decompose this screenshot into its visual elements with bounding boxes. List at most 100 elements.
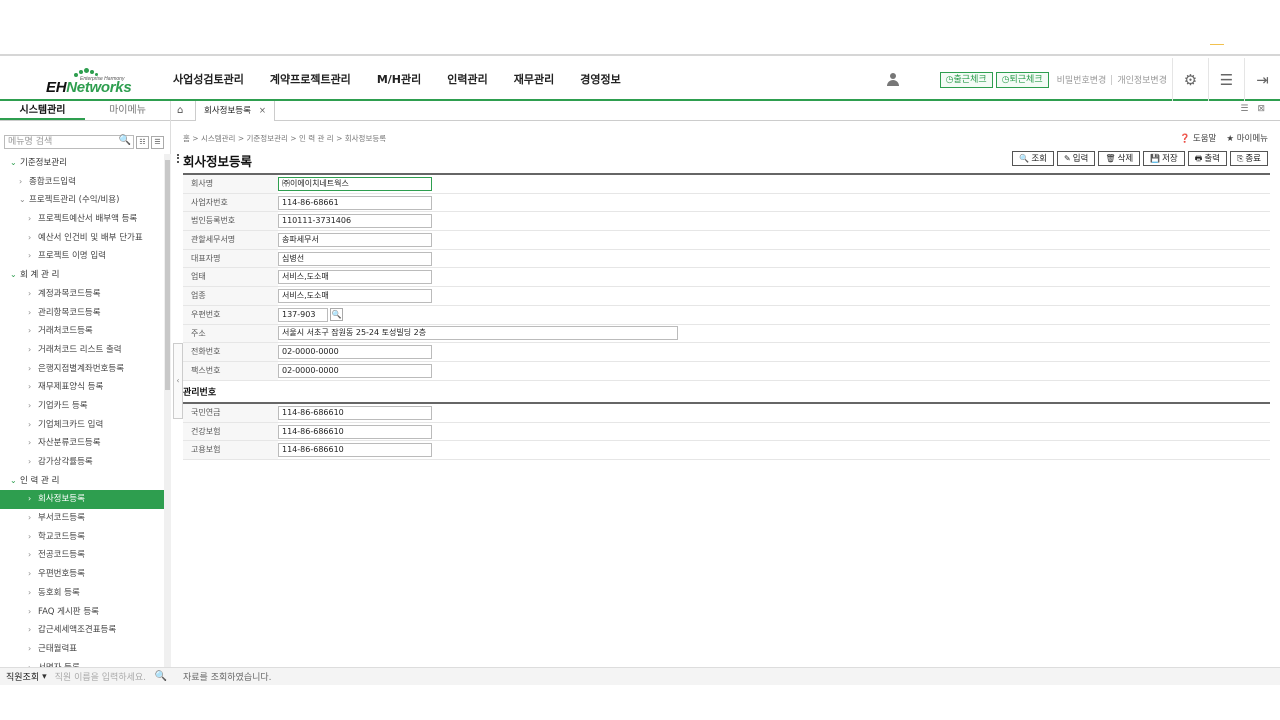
sidebar-item[interactable]: › 감가상각률등록 xyxy=(0,453,164,472)
change-password-link[interactable]: 비밀번호변경 xyxy=(1052,73,1112,86)
biz-no-field[interactable]: 114-86-68661 xyxy=(278,195,432,210)
status-message: 자료를 조회하였습니다. xyxy=(183,673,272,683)
sidebar-item[interactable]: › 거래처코드 리스트 출력 xyxy=(0,341,164,360)
close-button[interactable]: ⎘ 종료 xyxy=(1229,151,1268,166)
nav-menu-4[interactable]: 인력관리 xyxy=(434,58,500,101)
employee-search-label[interactable]: 직원조회 xyxy=(6,670,39,683)
address-field[interactable]: 서울시 서초구 잠원동 25-24 토성빌딩 2층 xyxy=(278,326,678,341)
help-link[interactable]: ❓ 도움말 xyxy=(1180,132,1217,144)
sidebar-item[interactable]: › 근태월력표 xyxy=(0,640,164,659)
sidebar-item[interactable]: ⌄ 회 계 관 리 xyxy=(0,266,164,285)
health-field[interactable]: 114-86-686610 xyxy=(278,424,432,439)
phone-field[interactable]: 02-0000-0000 xyxy=(278,345,432,360)
biz-item-field[interactable]: 서비스,도소매 xyxy=(278,288,432,303)
gear-icon[interactable]: ⚙ xyxy=(1172,58,1208,101)
save-button[interactable]: 💾 저장 xyxy=(1143,151,1185,166)
close-icon: ⎘ xyxy=(1236,154,1244,163)
nav-menu-1[interactable]: 사업성검토관리 xyxy=(160,58,257,101)
chevron-right-icon: › xyxy=(28,438,32,448)
ehnetworks-logo[interactable]: Enterprise Harmony EHNetworks xyxy=(46,67,136,97)
collapse-all-icon[interactable]: ☰ xyxy=(151,135,164,149)
user-icon[interactable] xyxy=(886,72,900,87)
tab-company-info[interactable]: 회사정보등록 × xyxy=(195,101,276,121)
nav-menu-6[interactable]: 경영정보 xyxy=(567,58,633,101)
expand-all-icon[interactable]: ☷ xyxy=(136,135,149,149)
sidebar-item[interactable]: › FAQ 게시판 등록 xyxy=(0,603,164,622)
close-all-tabs-icon[interactable]: ⊠ xyxy=(1257,104,1274,114)
nav-menu-5[interactable]: 재무관리 xyxy=(501,58,567,101)
logout-icon[interactable]: ⇥ xyxy=(1244,58,1280,101)
delete-button[interactable]: 🗑 삭제 xyxy=(1098,151,1141,166)
form-row-pension: 국민연금 114-86-686610 xyxy=(183,404,1270,423)
sidebar-item[interactable]: › 갑근세세액조견표등록 xyxy=(0,621,164,640)
nav-menu-3[interactable]: M/H관리 xyxy=(364,58,434,101)
company-name-field[interactable]: ㈜이에이치네트웍스 xyxy=(278,176,432,191)
sidebar-item[interactable]: › 전공코드등록 xyxy=(0,546,164,565)
sidebar-item[interactable]: ⌄ 프로젝트관리 (수익/비용) xyxy=(0,191,164,210)
zip-search-icon[interactable]: 🔍 xyxy=(330,308,343,322)
change-profile-link[interactable]: 개인정보변경 xyxy=(1112,73,1172,86)
pension-field[interactable]: 114-86-686610 xyxy=(278,405,432,420)
sidebar-item[interactable]: › 관리항목코드등록 xyxy=(0,304,164,323)
sidebar-item[interactable]: › 동호회 등록 xyxy=(0,584,164,603)
sidebar-item[interactable]: › 계정과목코드등록 xyxy=(0,285,164,304)
sidebar-item[interactable]: › 은행지점별계좌번호등록 xyxy=(0,360,164,379)
insert-button[interactable]: ✎ 입력 xyxy=(1057,151,1096,166)
chevron-right-icon: › xyxy=(28,531,32,541)
sidebar-item[interactable]: › 회사정보등록 xyxy=(0,490,164,510)
sidebar-item[interactable]: › 기업체크카드 입력 xyxy=(0,416,164,435)
corp-no-field[interactable]: 110111-3731406 xyxy=(278,214,432,229)
tab-list-icon[interactable]: ☰ xyxy=(1240,104,1257,114)
fax-field[interactable]: 02-0000-0000 xyxy=(278,363,432,378)
check-in-button[interactable]: ◷출근체크 xyxy=(939,71,993,88)
tab-system[interactable]: 시스템관리 xyxy=(0,101,85,120)
delete-icon: 🗑 xyxy=(1105,154,1116,163)
insert-label: 입력 xyxy=(1072,154,1089,164)
tax-office-field[interactable]: 송파세무서 xyxy=(278,232,432,247)
biz-type-field[interactable]: 서비스,도소매 xyxy=(278,270,432,285)
scrollbar-thumb[interactable] xyxy=(165,160,170,390)
menu-icon[interactable]: ☰ xyxy=(1208,58,1244,101)
search-icon[interactable]: 🔍 xyxy=(155,671,167,682)
chevron-right-icon: › xyxy=(28,587,32,597)
sidebar-item[interactable]: › 학교코드등록 xyxy=(0,528,164,547)
tab-mymenu[interactable]: 마이메뉴 xyxy=(85,101,170,120)
print-button[interactable]: 🖶 출력 xyxy=(1187,151,1227,166)
employment-field[interactable]: 114-86-686610 xyxy=(278,443,432,458)
home-icon[interactable]: ⌂ xyxy=(177,105,183,116)
sidebar-item[interactable]: › 예산서 인건비 및 배부 단가표 xyxy=(0,229,164,248)
sidebar-item[interactable]: ⌄ 인 력 관 리 xyxy=(0,472,164,491)
nav-menu-2[interactable]: 계약프로젝트관리 xyxy=(257,58,364,101)
panel-collapse-handle[interactable]: ‹ xyxy=(173,343,183,419)
sidebar-item[interactable]: ⌄ 기준정보관리 xyxy=(0,154,164,173)
ceo-field[interactable]: 심병선 xyxy=(278,251,432,266)
logo-text: EHNetworks xyxy=(46,79,132,96)
sidebar-item-label: 근태월력표 xyxy=(38,643,78,654)
sidebar-item[interactable]: › 자산분류코드등록 xyxy=(0,434,164,453)
form-row-tax-office: 관할세무서명 송파세무서 xyxy=(183,231,1270,250)
page-utilities: ❓ 도움말 ★ 마이메뉴 xyxy=(1180,132,1268,144)
sidebar-item[interactable]: › 거래처코드등록 xyxy=(0,322,164,341)
sidebar-item-label: 회사정보등록 xyxy=(38,494,85,505)
tree-scrollbar[interactable] xyxy=(164,154,171,667)
search-icon: 🔍 xyxy=(1019,154,1030,163)
sidebar-item[interactable]: › 우편번호등록 xyxy=(0,565,164,584)
sidebar-item[interactable]: › 프로젝트 이명 입력 xyxy=(0,247,164,266)
check-out-button[interactable]: ◷퇴근체크 xyxy=(995,71,1049,88)
zip-field[interactable]: 137-903 xyxy=(278,307,328,322)
sidebar-item[interactable]: › 재무제표양식 등록 xyxy=(0,378,164,397)
add-mymenu-link[interactable]: ★ 마이메뉴 xyxy=(1226,132,1268,144)
close-tab-icon[interactable]: × xyxy=(259,106,266,116)
sidebar-item[interactable]: › 프로젝트예산서 배부액 등록 xyxy=(0,210,164,229)
search-icon[interactable]: 🔍 xyxy=(119,135,131,147)
chevron-right-icon: › xyxy=(19,176,23,186)
sidebar-item[interactable]: › 부서코드등록 xyxy=(0,509,164,528)
search-button[interactable]: 🔍 조회 xyxy=(1012,151,1054,166)
sidebar-item[interactable]: › 종합코드입력 xyxy=(0,173,164,192)
delete-label: 삭제 xyxy=(1117,154,1134,164)
menu-search-input[interactable]: 메뉴명 검색 🔍 xyxy=(4,135,134,149)
chevron-down-icon[interactable]: ▾ xyxy=(42,672,47,682)
employee-search-input[interactable]: 직원 이름을 입력하세요. xyxy=(55,670,155,683)
sidebar-item[interactable]: › 기업카드 등록 xyxy=(0,397,164,416)
sidebar-item[interactable]: ›서명자 등록 xyxy=(0,659,164,667)
